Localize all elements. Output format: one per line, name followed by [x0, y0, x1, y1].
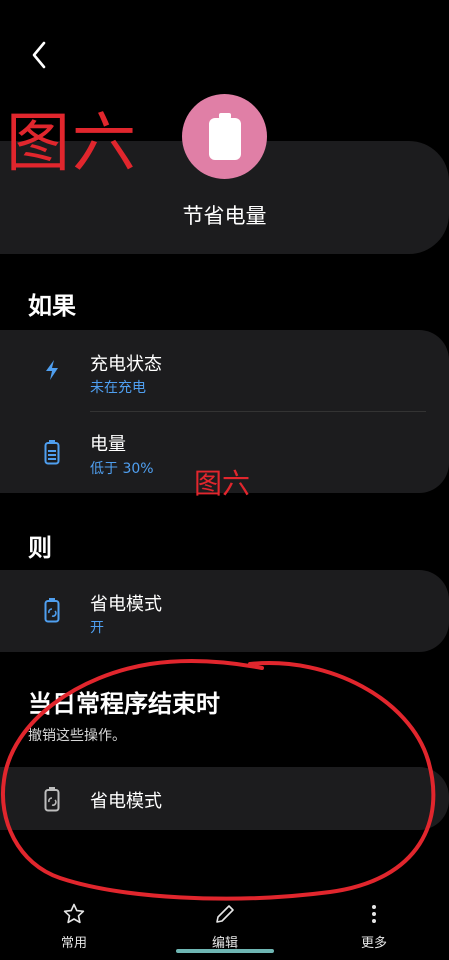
action-value: 开: [90, 620, 104, 636]
nav-favorites[interactable]: 常用: [34, 902, 114, 951]
lightning-icon: [40, 356, 64, 384]
if-section-title: 如果: [28, 292, 76, 320]
battery-saver-icon: [40, 785, 64, 813]
end-action-title: 省电模式: [90, 791, 162, 812]
battery-saver-icon: [40, 596, 64, 624]
end-section-description: 撤销这些操作。: [28, 728, 126, 744]
end-action-power-saving-mode[interactable]: 省电模式: [0, 767, 449, 830]
nav-label: 常用: [60, 936, 87, 951]
actions-card: 省电模式 开: [0, 570, 449, 652]
condition-title: 充电状态: [90, 354, 162, 375]
end-actions-card: 省电模式: [0, 767, 449, 830]
battery-icon: [208, 112, 241, 160]
watermark-annotation: 图六: [6, 107, 138, 181]
more-vertical-icon: [372, 905, 376, 923]
action-power-saving-mode[interactable]: 省电模式 开: [0, 570, 449, 650]
end-section-title: 当日常程序结束时: [28, 690, 220, 718]
condition-value: 未在充电: [90, 380, 146, 396]
condition-value: 低于 30%: [90, 461, 154, 477]
star-icon: [63, 903, 85, 924]
condition-title: 电量: [90, 434, 126, 455]
nav-label: 更多: [360, 936, 387, 951]
then-section-title: 则: [28, 534, 52, 562]
chevron-left-icon: [32, 41, 46, 69]
watermark-annotation-small: 图六: [194, 467, 251, 500]
battery-level-icon: [40, 438, 64, 466]
routine-name[interactable]: 节省电量: [0, 200, 449, 230]
home-indicator[interactable]: [176, 949, 274, 953]
condition-charging-status[interactable]: 充电状态 未在充电: [0, 330, 449, 410]
pencil-icon: [216, 905, 234, 923]
nav-edit[interactable]: 编辑: [185, 902, 265, 951]
nav-more[interactable]: 更多: [334, 902, 414, 951]
back-button[interactable]: [22, 38, 56, 72]
action-title: 省电模式: [90, 594, 162, 615]
routine-icon-button[interactable]: [182, 94, 267, 179]
